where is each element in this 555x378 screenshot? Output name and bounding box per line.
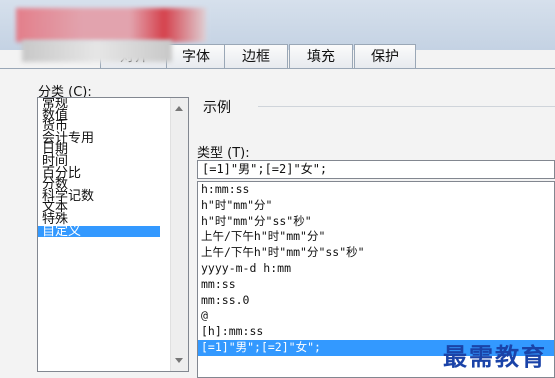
blurred-title: [16, 8, 206, 42]
category-scrollbar[interactable]: [170, 98, 188, 371]
blurred-tab-area: [22, 40, 172, 62]
format-item[interactable]: 上午/下午h"时"mm"分"ss"秒": [198, 245, 554, 261]
format-item[interactable]: mm:ss.0: [198, 293, 554, 309]
sample-divider: [258, 106, 555, 107]
tab-border[interactable]: 边框: [224, 44, 288, 69]
tab-fill[interactable]: 填充: [289, 44, 353, 69]
format-item[interactable]: h"时"mm"分": [198, 198, 554, 214]
category-item[interactable]: 自定义: [38, 225, 160, 237]
scroll-up-icon[interactable]: [175, 106, 183, 111]
category-list[interactable]: 常规 数值 货币 会计专用 日期 时间 百分比 分数 科学记数 文本 特殊 自定义: [37, 97, 189, 372]
format-item[interactable]: 上午/下午h"时"mm"分": [198, 229, 554, 245]
format-item[interactable]: @: [198, 308, 554, 324]
type-label: 类型 (T):: [197, 146, 250, 161]
format-item[interactable]: h:mm:ss: [198, 182, 554, 198]
tab-font[interactable]: 字体: [166, 44, 226, 69]
format-item[interactable]: h"时"mm"分"ss"秒": [198, 214, 554, 230]
sample-label: 示例: [203, 100, 231, 116]
format-item[interactable]: mm:ss: [198, 277, 554, 293]
scroll-down-icon[interactable]: [175, 358, 183, 363]
watermark: 最需教育: [443, 342, 547, 371]
format-item[interactable]: yyyy-m-d h:mm: [198, 261, 554, 277]
type-input[interactable]: [=1]"男";[=2]"女";: [197, 160, 555, 179]
tab-protection[interactable]: 保护: [354, 44, 416, 69]
sample-preview: [203, 115, 555, 141]
